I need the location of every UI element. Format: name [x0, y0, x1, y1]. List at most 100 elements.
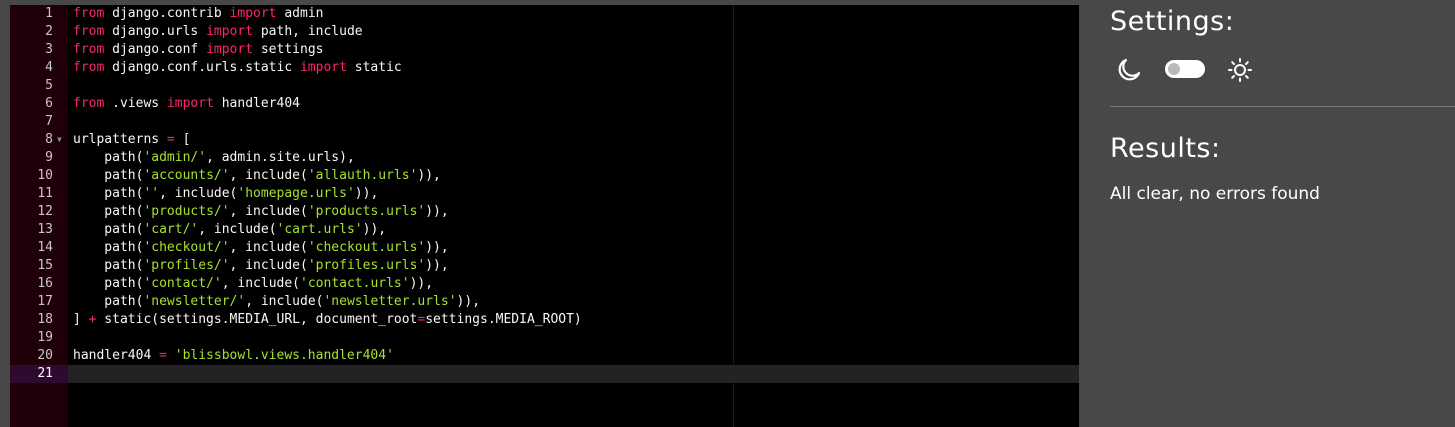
code-token: handler404 — [73, 348, 160, 363]
line-number: 13 — [37, 222, 53, 237]
results-message: All clear, no errors found — [1110, 184, 1320, 204]
string-token: 'products/' — [143, 204, 230, 219]
theme-toggle[interactable] — [1165, 60, 1205, 78]
string-token: 'allauth.urls' — [307, 168, 418, 183]
code-line[interactable]: handler404 = 'blissbowl.views.handler404… — [68, 347, 1079, 365]
line-number: 9 — [45, 150, 53, 165]
code-line[interactable]: from django.urls import path, include — [68, 23, 1079, 41]
code-token: settings — [253, 42, 324, 57]
code-line[interactable] — [68, 77, 1079, 95]
operator-token: = — [166, 132, 175, 147]
line-number: 1 — [45, 6, 53, 21]
line-number: 8 ▼ — [45, 132, 62, 147]
code-token: path( — [73, 294, 144, 309]
code-token: admin — [276, 6, 324, 21]
keyword-token: from — [73, 60, 105, 75]
sun-icon — [1228, 58, 1252, 82]
code-line[interactable] — [68, 113, 1079, 131]
keyword-token: from — [73, 24, 105, 39]
code-line[interactable]: from django.conf import settings — [68, 41, 1079, 59]
frame-left-border — [0, 0, 10, 427]
string-token: 'newsletter.urls' — [323, 294, 457, 309]
code-token: , include( — [229, 204, 308, 219]
code-token: , include( — [229, 258, 308, 273]
code-line[interactable] — [68, 329, 1079, 347]
settings-heading: Settings: — [1110, 6, 1235, 37]
string-token: 'checkout/' — [143, 240, 230, 255]
code-line[interactable]: urlpatterns = [ — [68, 131, 1079, 149]
string-token: 'profiles/' — [143, 258, 230, 273]
line-number: 15 — [37, 258, 53, 273]
line-number: 11 — [37, 186, 53, 201]
code-line[interactable]: from .views import handler404 — [68, 95, 1079, 113]
string-token: 'newsletter/' — [143, 294, 246, 309]
code-token: )), — [417, 168, 441, 183]
code-token: , include( — [221, 276, 301, 291]
code-line[interactable]: ] + static(settings.MEDIA_URL, document_… — [68, 311, 1079, 329]
code-line[interactable]: path('contact/', include('contact.urls')… — [68, 275, 1079, 293]
string-token: '' — [143, 186, 160, 201]
operator-token: = — [159, 348, 167, 363]
side-panel: Settings: Results: All clear, no errors … — [1079, 0, 1455, 427]
code-line[interactable]: path('accounts/', include('allauth.urls'… — [68, 167, 1079, 185]
code-token: )), — [425, 258, 449, 273]
code-token: path( — [73, 276, 144, 291]
code-token: )), — [354, 186, 379, 201]
code-token: , include( — [159, 186, 238, 201]
code-token: ] — [73, 312, 89, 327]
line-number: 6 — [45, 96, 53, 111]
line-number: 17 — [37, 294, 53, 309]
code-line[interactable]: path('admin/', admin.site.urls), — [68, 149, 1079, 167]
code-token: handler404 — [213, 96, 300, 111]
code-line[interactable]: path('checkout/', include('checkout.urls… — [68, 239, 1079, 257]
line-number: 3 — [45, 42, 53, 57]
code-line[interactable] — [68, 365, 1079, 383]
code-token: )), — [362, 222, 387, 237]
line-number-gutter: 1 2 3 4 5 6 7 8 ▼ 9 10 11 12 13 14 15 16 17 18 19 20 21 — [10, 5, 68, 427]
code-token: path, include — [253, 24, 363, 39]
keyword-token: import — [166, 96, 214, 111]
code-editor[interactable]: 1 2 3 4 5 6 7 8 ▼ 9 10 11 12 13 14 15 16 17 18 19 20 21 from … — [10, 5, 1079, 427]
line-number: 20 — [37, 348, 53, 363]
code-token: django.conf.urls.static — [104, 60, 300, 75]
panel-divider — [1110, 106, 1455, 107]
code-line[interactable]: path('', include('homepage.urls')), — [68, 185, 1079, 203]
code-token: , admin.site.urls), — [206, 150, 355, 165]
line-number: 2 — [45, 24, 53, 39]
keyword-token: import — [206, 42, 254, 57]
code-line[interactable]: path('profiles/', include('profiles.urls… — [68, 257, 1079, 275]
moon-icon — [1118, 58, 1141, 81]
code-token: , include( — [229, 168, 308, 183]
string-token: 'accounts/' — [143, 168, 230, 183]
keyword-token: from — [73, 96, 105, 111]
keyword-token: import — [206, 24, 254, 39]
code-token: path( — [73, 258, 144, 273]
keyword-token: import — [229, 6, 277, 21]
code-token: , include( — [229, 240, 308, 255]
code-token: )), — [425, 240, 449, 255]
code-line[interactable]: from django.contrib import admin — [68, 5, 1079, 23]
code-token: urlpatterns — [73, 132, 167, 147]
code-token: [ — [174, 132, 191, 147]
line-number: 18 — [37, 312, 53, 327]
code-area[interactable]: from django.contrib import admin from dja… — [68, 5, 1079, 383]
string-token: 'products.urls' — [307, 204, 426, 219]
code-token: )), — [409, 276, 434, 291]
code-token: path( — [73, 186, 144, 201]
keyword-token: from — [73, 42, 105, 57]
code-token: path( — [73, 222, 144, 237]
code-token: path( — [73, 150, 144, 165]
code-line[interactable]: from django.conf.urls.static import stat… — [68, 59, 1079, 77]
code-token: django.urls — [104, 24, 207, 39]
line-number: 14 — [37, 240, 53, 255]
fold-arrow-icon[interactable]: ▼ — [57, 131, 62, 149]
code-token: path( — [73, 204, 144, 219]
keyword-token: from — [73, 6, 105, 21]
code-token: django.contrib — [104, 6, 230, 21]
code-line[interactable]: path('products/', include('products.urls… — [68, 203, 1079, 221]
code-line[interactable]: path('cart/', include('cart.urls')), — [68, 221, 1079, 239]
code-line[interactable]: path('newsletter/', include('newsletter.… — [68, 293, 1079, 311]
code-token: .views — [104, 96, 167, 111]
string-token: 'cart/' — [143, 222, 199, 237]
